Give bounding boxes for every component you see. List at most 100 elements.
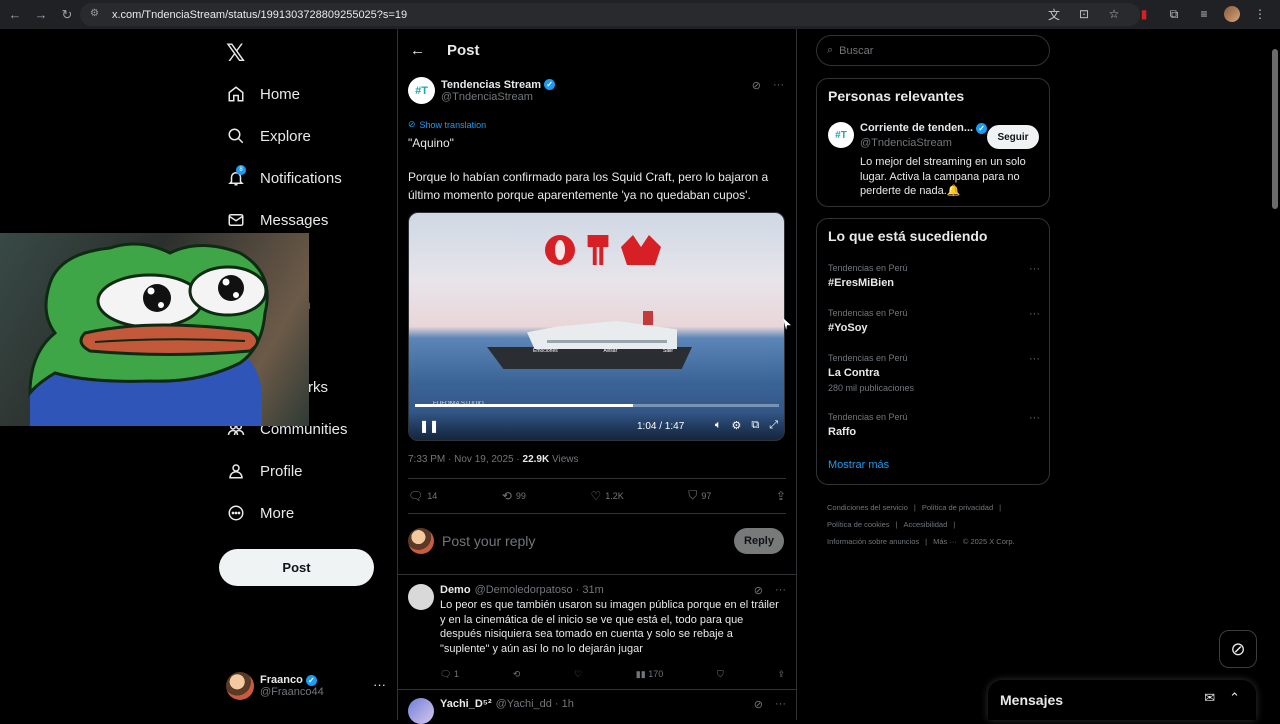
- more-dots-icon[interactable]: ···: [775, 584, 786, 597]
- more-dots-icon[interactable]: ···: [1029, 412, 1040, 424]
- share-action[interactable]: ⇪: [776, 488, 786, 503]
- more-dots-icon[interactable]: ···: [775, 698, 786, 711]
- author-avatar[interactable]: #T: [408, 77, 435, 104]
- trend-item[interactable]: Tendencias en Perú Raffo ···: [828, 412, 1040, 438]
- follow-button[interactable]: Seguir: [987, 125, 1039, 149]
- nav-messages[interactable]: Messages: [226, 205, 328, 235]
- comment-actions: 🗨︎ 1 ⟲ ♡ ▮▮ 170 ⛉ ⇪: [440, 669, 785, 680]
- grok-icon[interactable]: ⊘: [754, 584, 763, 597]
- expand-icon[interactable]: ⌃: [1229, 690, 1240, 706]
- grok-icon[interactable]: ⊘: [754, 698, 763, 711]
- fullscreen-icon[interactable]: ⤢: [769, 419, 778, 432]
- pause-icon[interactable]: ❚❚: [419, 419, 439, 433]
- more-dots-icon[interactable]: ···: [773, 79, 784, 92]
- commenter-name[interactable]: Yachi_D⁵²: [440, 698, 492, 710]
- reply-input[interactable]: Post your reply: [442, 533, 535, 549]
- footer-link[interactable]: Más ···: [933, 537, 957, 546]
- author-name[interactable]: Tendencias Stream: [441, 79, 541, 91]
- repost-action[interactable]: ⟲ 99: [502, 488, 526, 503]
- new-message-icon[interactable]: ✉: [1204, 690, 1215, 706]
- commenter-handle[interactable]: @Yachi_dd · 1h: [496, 698, 574, 710]
- commenter-avatar[interactable]: [408, 698, 434, 724]
- reply-action[interactable]: 🗨︎ 1: [440, 669, 459, 680]
- nav-home[interactable]: Home: [226, 79, 300, 109]
- nav-explore[interactable]: Explore: [226, 121, 311, 151]
- video-progress-bar[interactable]: [415, 404, 779, 407]
- cast-icon[interactable]: ⊡: [1074, 4, 1094, 24]
- relevant-name-row[interactable]: Corriente de tenden... ✓: [860, 122, 988, 134]
- show-translation-link[interactable]: ⊘ Show translation: [408, 119, 486, 130]
- bookmark-star-icon[interactable]: ☆: [1104, 4, 1124, 24]
- media-control-icon[interactable]: ≡: [1194, 4, 1214, 24]
- nav-more-label: More: [260, 504, 295, 522]
- repost-icon[interactable]: ⟲: [513, 669, 521, 680]
- views-label: Views: [549, 454, 579, 465]
- more-dots-icon[interactable]: ···: [1029, 308, 1040, 320]
- post-author[interactable]: #T Tendencias Stream ✓ @TndenciaStream: [408, 77, 556, 104]
- menu-icon[interactable]: ⋮: [1250, 4, 1270, 24]
- account-switcher[interactable]: Fraanco ✓ @Fraanco44 ···: [226, 669, 386, 703]
- avatar: [408, 528, 434, 554]
- reload-icon[interactable]: ↻: [56, 4, 78, 26]
- translate-icon[interactable]: 文: [1044, 4, 1064, 24]
- bookmark-action[interactable]: ⛉ 97: [688, 488, 711, 503]
- nav-more[interactable]: More: [226, 498, 294, 528]
- search-input[interactable]: ⌕ Buscar: [816, 35, 1050, 66]
- trend-category: Tendencias en Perú: [828, 353, 908, 363]
- video-player[interactable]: Emociones Avisar Salir EUFONIA STUDIO ❚❚…: [408, 212, 785, 441]
- x-logo-icon[interactable]: 𝕏: [226, 39, 245, 67]
- reply-button[interactable]: Reply: [734, 528, 784, 554]
- nav-notifications[interactable]: 8 Notifications: [226, 163, 342, 193]
- address-bar[interactable]: ⚙ x.com/TndenciaStream/status/1991303728…: [80, 3, 1140, 26]
- forward-icon[interactable]: →: [30, 4, 52, 26]
- trend-item[interactable]: Tendencias en Perú La Contra 280 mil pub…: [828, 353, 1040, 393]
- show-more-link[interactable]: Mostrar más: [828, 459, 889, 471]
- reply-count: 14: [427, 490, 438, 501]
- more-dots-icon[interactable]: ···: [373, 677, 386, 692]
- scrollbar-thumb[interactable]: [1272, 49, 1278, 209]
- views-action[interactable]: ▮▮ 170: [636, 669, 663, 680]
- like-action[interactable]: ♡ 1.2K: [590, 488, 623, 503]
- nav-bookmarks[interactable]: rks: [308, 372, 328, 402]
- extension-icon[interactable]: ▮: [1134, 4, 1154, 24]
- page-title: Post: [447, 41, 480, 59]
- profile-avatar[interactable]: [1224, 6, 1240, 22]
- post-timestamp[interactable]: 7:33 PM · Nov 19, 2025 ·: [408, 454, 523, 465]
- more-dots-icon[interactable]: ···: [1029, 263, 1040, 275]
- trend-category: Tendencias en Perú: [828, 412, 908, 422]
- trend-item[interactable]: Tendencias en Perú #EresMiBien ···: [828, 263, 1040, 289]
- share-icon[interactable]: ⇪: [777, 669, 785, 680]
- scrollbar[interactable]: [1270, 29, 1280, 720]
- back-icon[interactable]: ←: [4, 4, 26, 26]
- puzzle-icon[interactable]: ⧉: [1164, 4, 1184, 24]
- nav-profile[interactable]: Profile: [226, 456, 303, 486]
- grok-icon[interactable]: ⊘: [752, 79, 761, 92]
- grok-floating-button[interactable]: ⊘: [1219, 630, 1257, 668]
- footer-link[interactable]: Accesibilidad: [904, 520, 948, 529]
- site-info-icon[interactable]: ⚙: [90, 8, 104, 22]
- relevant-avatar[interactable]: #T: [828, 122, 854, 148]
- post-button[interactable]: Post: [219, 549, 374, 586]
- reply-action[interactable]: 🗨︎ 14: [408, 488, 437, 503]
- footer-link[interactable]: Política de privacidad: [922, 503, 993, 512]
- volume-icon[interactable]: 🔈︎: [715, 419, 722, 432]
- more-dots-icon[interactable]: ···: [1029, 353, 1040, 365]
- messages-drawer[interactable]: Mensajes ✉ ⌃: [988, 680, 1256, 720]
- like-count: 1.2K: [605, 490, 624, 501]
- heart-icon[interactable]: ♡: [574, 669, 582, 680]
- footer-link[interactable]: Condiciones del servicio: [827, 503, 908, 512]
- nav-profile-label: Profile: [260, 462, 303, 480]
- picture-in-picture-icon[interactable]: ⧉: [751, 419, 759, 432]
- commenter-handle[interactable]: @Demoledorpatoso · 31m: [475, 584, 604, 596]
- trend-item[interactable]: Tendencias en Perú #YoSoy ···: [828, 308, 1040, 334]
- back-arrow-icon[interactable]: ←: [410, 42, 425, 59]
- bookmark-icon[interactable]: ⛉: [717, 669, 724, 680]
- footer-link[interactable]: Política de cookies: [827, 520, 890, 529]
- commenter-name[interactable]: Demo: [440, 584, 471, 596]
- footer-link[interactable]: Información sobre anuncios: [827, 537, 919, 546]
- relevant-handle[interactable]: @TndenciaStream: [860, 137, 952, 149]
- search-icon: [226, 126, 246, 146]
- settings-gear-icon[interactable]: ⚙: [731, 419, 741, 432]
- commenter-avatar[interactable]: [408, 584, 434, 610]
- author-handle[interactable]: @TndenciaStream: [441, 91, 555, 103]
